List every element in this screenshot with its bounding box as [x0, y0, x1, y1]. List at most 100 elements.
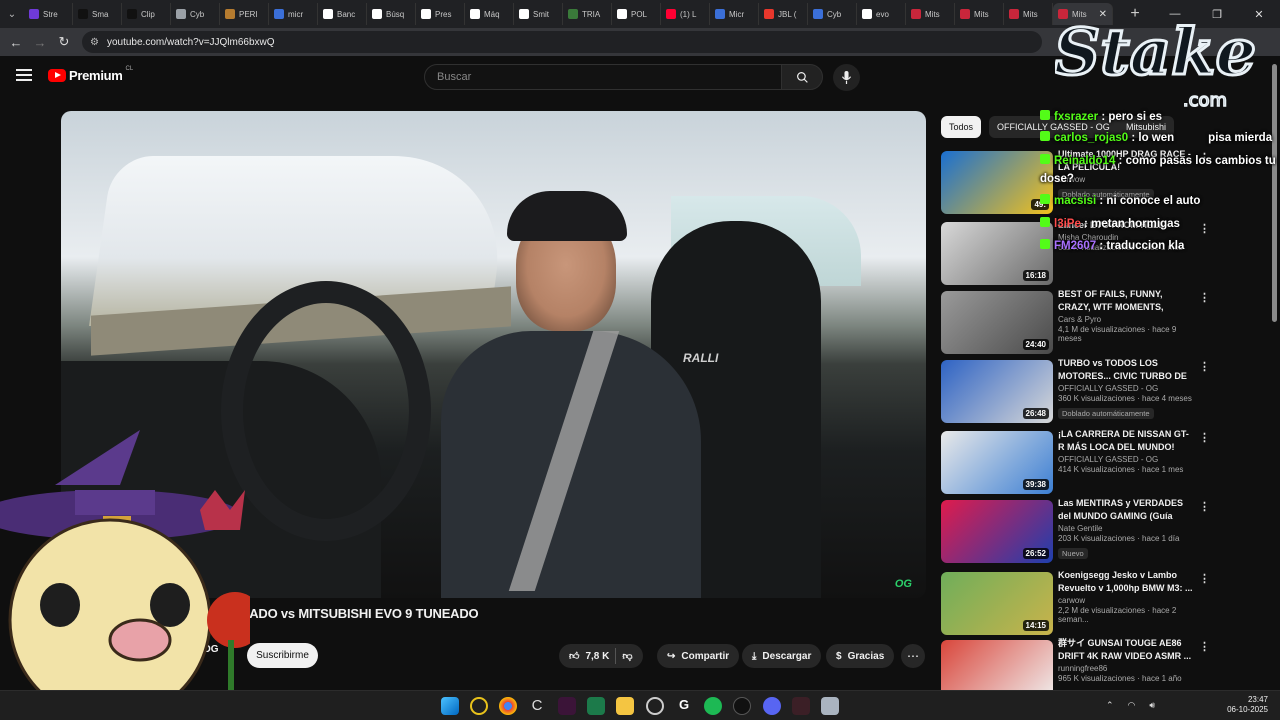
discord-icon[interactable] [763, 697, 781, 715]
tab-favicon-icon [127, 9, 137, 19]
share-label: Compartir [681, 650, 730, 662]
driver-cap [507, 191, 627, 241]
browser-tab[interactable]: Mits [955, 3, 1004, 25]
recommendation-thumbnail[interactable]: 26:52 [941, 500, 1053, 563]
more-options-icon[interactable]: ⋮ [1199, 500, 1210, 513]
browser-tab[interactable]: Clip [122, 3, 171, 25]
region-code: CL [125, 65, 134, 72]
reload-button[interactable]: ↻ [52, 34, 76, 50]
recommendation-item[interactable]: 14:15 Koenigsegg Jesko v Lambo Revuelto v… [941, 569, 1211, 636]
spotify-icon[interactable] [704, 697, 722, 715]
recommendation-channel[interactable]: OFFICIALLY GASSED - OG [1058, 384, 1193, 393]
recommendation-channel[interactable]: OFFICIALLY GASSED - OG [1058, 455, 1193, 464]
site-info-icon[interactable]: ⚙ [90, 37, 99, 48]
more-options-icon[interactable]: ⋮ [1199, 431, 1210, 444]
tab-search-chevron-icon[interactable]: ⌄ [0, 0, 24, 28]
recommendation-item[interactable]: 26:52 Las MENTIRAS y VERDADES del MUNDO G… [941, 497, 1211, 564]
browser-tab[interactable]: PERI [220, 3, 269, 25]
volume-icon[interactable]: 🔊︎ [1149, 700, 1155, 711]
app-icon-g[interactable]: G [675, 697, 693, 715]
recommendation-item[interactable]: 24:40 BEST OF FAILS, FUNNY, CRAZY, WTF MO… [941, 288, 1211, 355]
browser-tab[interactable]: Stre [24, 3, 73, 25]
browser-tab[interactable]: TRIA [563, 3, 612, 25]
menu-icon[interactable] [16, 69, 32, 81]
back-button[interactable]: ← [4, 35, 28, 50]
recommendation-title[interactable]: TURBO vs TODOS LOS MOTORES... CIVIC TURB… [1058, 357, 1193, 383]
recommendation-channel[interactable]: Cars & Pyro [1058, 315, 1193, 324]
recommendation-item[interactable]: 39:38 ¡LA CARRERA DE NISSAN GT-R MÁS LOCA… [941, 428, 1211, 495]
search-input[interactable]: Buscar [424, 64, 782, 90]
browser-tab[interactable]: (1) L [661, 3, 710, 25]
browser-tab[interactable]: Banc [318, 3, 367, 25]
app-icon-ring[interactable] [646, 697, 664, 715]
browser-tab[interactable]: Smit [514, 3, 563, 25]
chat-text: : lo wen [1128, 132, 1175, 144]
like-button[interactable]: 👍︎ 7,8 K [569, 650, 609, 663]
browser-tab[interactable]: Mits [906, 3, 955, 25]
recommendation-channel[interactable]: Nate Gentile [1058, 524, 1193, 533]
recommendation-thumbnail[interactable]: 16:18 [941, 222, 1053, 285]
browser-tab[interactable]: Cyb [808, 3, 857, 25]
browser-tab[interactable]: Sma [73, 3, 122, 25]
recommendation-channel[interactable]: carwow [1058, 175, 1193, 184]
browser-tab[interactable]: Micr [710, 3, 759, 25]
recommendation-item[interactable]: 16:18 Lancer EVO FROM HELL Misha Charoudin… [941, 220, 1211, 286]
clock[interactable]: 23:47 06-10-2025 [1227, 695, 1268, 715]
browser-tab[interactable]: Pres [416, 3, 465, 25]
browser-tab[interactable]: evo [857, 3, 906, 25]
recommendation-thumbnail[interactable]: 26:48 [941, 360, 1053, 423]
browser-tab[interactable]: Máq [465, 3, 514, 25]
browser-tab[interactable]: Búsq [367, 3, 416, 25]
search-button[interactable] [781, 64, 823, 90]
recommendation-title[interactable]: BEST OF FAILS, FUNNY, CRAZY, WTF MOMENTS… [1058, 288, 1193, 314]
more-options-icon[interactable]: ⋮ [1199, 291, 1210, 304]
more-options-icon[interactable]: ⋮ [1199, 572, 1210, 585]
wifi-icon[interactable]: ◠ [1128, 700, 1136, 711]
dislike-button[interactable]: 👎︎ [622, 650, 632, 662]
recommendation-thumbnail[interactable]: 24:40 [941, 291, 1053, 354]
sidebar-scrollbar[interactable] [1272, 64, 1277, 322]
app-icon-dark[interactable] [733, 697, 751, 715]
tray-chevron-icon[interactable]: ⌃ [1106, 700, 1114, 711]
share-button[interactable]: ↪ Compartir [657, 644, 740, 668]
file-explorer-icon[interactable] [616, 697, 634, 715]
voice-search-button[interactable] [833, 64, 860, 91]
forward-button[interactable]: → [28, 35, 52, 50]
browser-tab[interactable]: micr [269, 3, 318, 25]
stake-logo: Stake .com [1055, 14, 1258, 109]
recommendation-channel[interactable]: runningfree86 [1058, 664, 1193, 673]
recommendation-title[interactable]: Las MENTIRAS y VERDADES del MUNDO GAMING… [1058, 497, 1193, 523]
calculator-icon[interactable] [821, 697, 839, 715]
recommendation-title[interactable]: ¡LA CARRERA DE NISSAN GT-R MÁS LOCA DEL … [1058, 428, 1193, 454]
app-icon-green[interactable] [587, 697, 605, 715]
recommendation-thumbnail[interactable]: 49: [941, 151, 1053, 214]
url-field[interactable]: ⚙ youtube.com/watch?v=JJQlm66bxwQ [82, 31, 1042, 53]
recommendation-item[interactable]: 26:48 TURBO vs TODOS LOS MOTORES... CIVIC… [941, 357, 1211, 424]
download-button[interactable]: ⤓ Descargar [742, 644, 822, 668]
browser-tab[interactable]: JBL ( [759, 3, 808, 25]
tab-label: POL [631, 9, 648, 19]
more-options-icon[interactable]: ⋮ [1199, 360, 1210, 373]
browser-tab[interactable]: POL [612, 3, 661, 25]
thanks-button[interactable]: $ Gracias [826, 644, 895, 668]
subscribe-button[interactable]: Suscribirme [247, 643, 318, 668]
capcut-icon[interactable]: C [528, 697, 546, 715]
app-icon-purple[interactable] [558, 697, 576, 715]
recommendation-badge: Doblado automáticamente [1058, 408, 1154, 419]
recommendation-thumbnail[interactable]: 14:15 [941, 572, 1053, 635]
more-actions-button[interactable]: ⋯ [901, 644, 925, 668]
recommendation-title[interactable]: 群サイ GUNSAI TOUGE AE86 DRIFT 4K RAW VIDEO… [1058, 637, 1193, 663]
more-options-icon[interactable]: ⋮ [1199, 222, 1210, 235]
more-options-icon[interactable]: ⋮ [1199, 640, 1210, 653]
start-button[interactable] [441, 697, 459, 715]
chrome-icon[interactable] [499, 697, 517, 715]
app-icon-maroon[interactable] [792, 697, 810, 715]
recommendation-title[interactable]: Koenigsegg Jesko v Lambo Revuelto v 1,00… [1058, 569, 1193, 595]
recommendation-thumbnail[interactable]: 39:38 [941, 431, 1053, 494]
recommendation-channel[interactable]: carwow [1058, 596, 1193, 605]
youtube-logo[interactable]: Premium CL [48, 65, 134, 83]
app-icon-circle[interactable] [470, 697, 488, 715]
browser-tab[interactable]: Cyb [171, 3, 220, 25]
browser-tab[interactable]: Mits [1004, 3, 1053, 25]
chip-all[interactable]: Todos [941, 116, 982, 138]
